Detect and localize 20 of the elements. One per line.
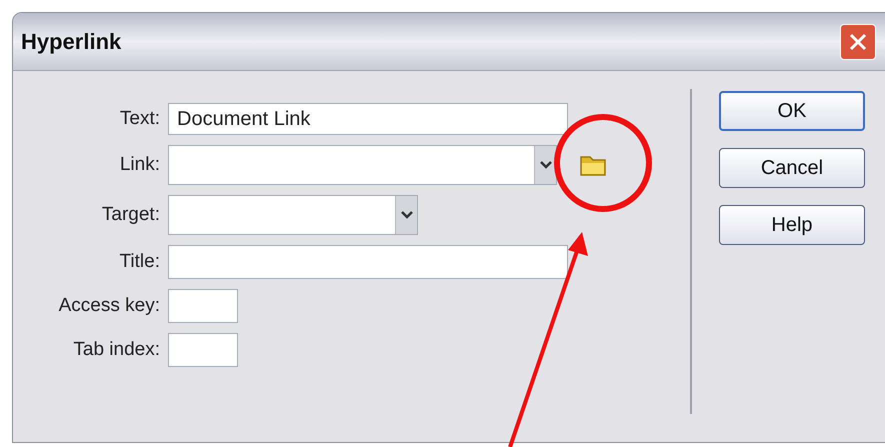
field-label: Target: [100,202,161,227]
dialog-button[interactable]: OK [719,91,865,131]
close-icon [849,32,867,50]
field-label: Link: [118,152,161,177]
chevron-down-icon [400,211,412,219]
text-field[interactable] [168,333,238,367]
field-label: Tab index: [72,338,161,362]
text-field[interactable] [168,245,568,279]
text-field[interactable] [168,289,238,323]
chevron-down-icon [540,161,552,169]
field-label: Access key: [58,294,161,318]
field-label: Text: [118,106,161,131]
text-field[interactable]: Document Link [168,103,568,135]
window-title: Hyperlink [21,28,122,56]
field-label: Title: [118,250,161,274]
dialog-button[interactable]: Help [719,205,865,245]
dialog-button[interactable]: Cancel [719,148,865,188]
close-button[interactable] [840,24,876,60]
dropdown-button[interactable] [534,146,556,184]
dropdown-button[interactable] [395,196,417,234]
